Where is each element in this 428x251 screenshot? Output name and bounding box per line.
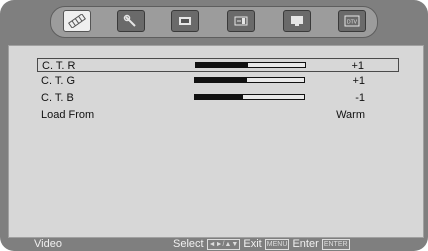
ct-g-slider[interactable]	[194, 77, 305, 83]
ct-b-row[interactable]: C. T. B -1	[37, 91, 399, 105]
enter-hint: Enter	[292, 238, 319, 250]
ct-b-slider-fill	[195, 95, 243, 99]
ct-b-value: -1	[355, 92, 365, 104]
menu-tab-bar: DTV	[50, 6, 378, 38]
display-tab[interactable]	[283, 10, 311, 32]
arrow-keys-icon: ◄►/▲▼	[206, 238, 241, 250]
ct-g-row[interactable]: C. T. G +1	[37, 74, 399, 88]
wrench-icon	[123, 14, 136, 27]
setup-tab[interactable]	[117, 10, 145, 32]
monitor-icon	[291, 16, 303, 26]
ct-r-slider[interactable]	[195, 62, 306, 68]
ct-g-value: +1	[352, 75, 365, 87]
settings-panel: C. T. R +1 C. T. G +1 C. T. B -1 Load Fr…	[8, 45, 424, 238]
tv-icon	[179, 17, 191, 25]
ct-g-slider-fill	[195, 78, 248, 82]
select-hint: Select	[173, 238, 204, 250]
exit-hint: Exit	[243, 238, 262, 250]
ct-b-label: C. T. B	[41, 92, 74, 104]
enter-key-icon: ENTER	[321, 238, 350, 250]
audio-tab[interactable]	[227, 10, 255, 32]
channel-tab[interactable]	[171, 10, 199, 32]
key-hints: Select ◄►/▲▼ Exit MENU Enter ENTER	[173, 238, 350, 251]
load-from-value: Warm	[336, 109, 365, 121]
speaker-icon	[234, 16, 248, 26]
ct-b-slider[interactable]	[194, 94, 305, 100]
load-from-label: Load From	[41, 109, 95, 121]
picture-icon	[68, 14, 86, 28]
dtv-tab[interactable]: DTV	[338, 10, 366, 32]
picture-tab[interactable]	[63, 10, 91, 32]
load-from-row[interactable]: Load From Warm	[37, 108, 399, 122]
status-bar: Video Select ◄►/▲▼ Exit MENU Enter ENTER	[0, 238, 428, 251]
input-mode: Video	[34, 238, 62, 250]
ct-r-row[interactable]: C. T. R +1	[37, 58, 399, 72]
ct-r-value: +1	[351, 60, 364, 72]
dtv-icon: DTV	[344, 15, 360, 27]
ct-g-label: C. T. G	[41, 75, 76, 87]
osd-menu: DTV C. T. R +1 C. T. G +1 C. T. B -1 Loa…	[0, 0, 428, 251]
ct-r-slider-fill	[196, 63, 249, 67]
dtv-label: DTV	[347, 20, 358, 26]
menu-key-icon: MENU	[264, 238, 290, 250]
ct-r-label: C. T. R	[42, 60, 76, 72]
